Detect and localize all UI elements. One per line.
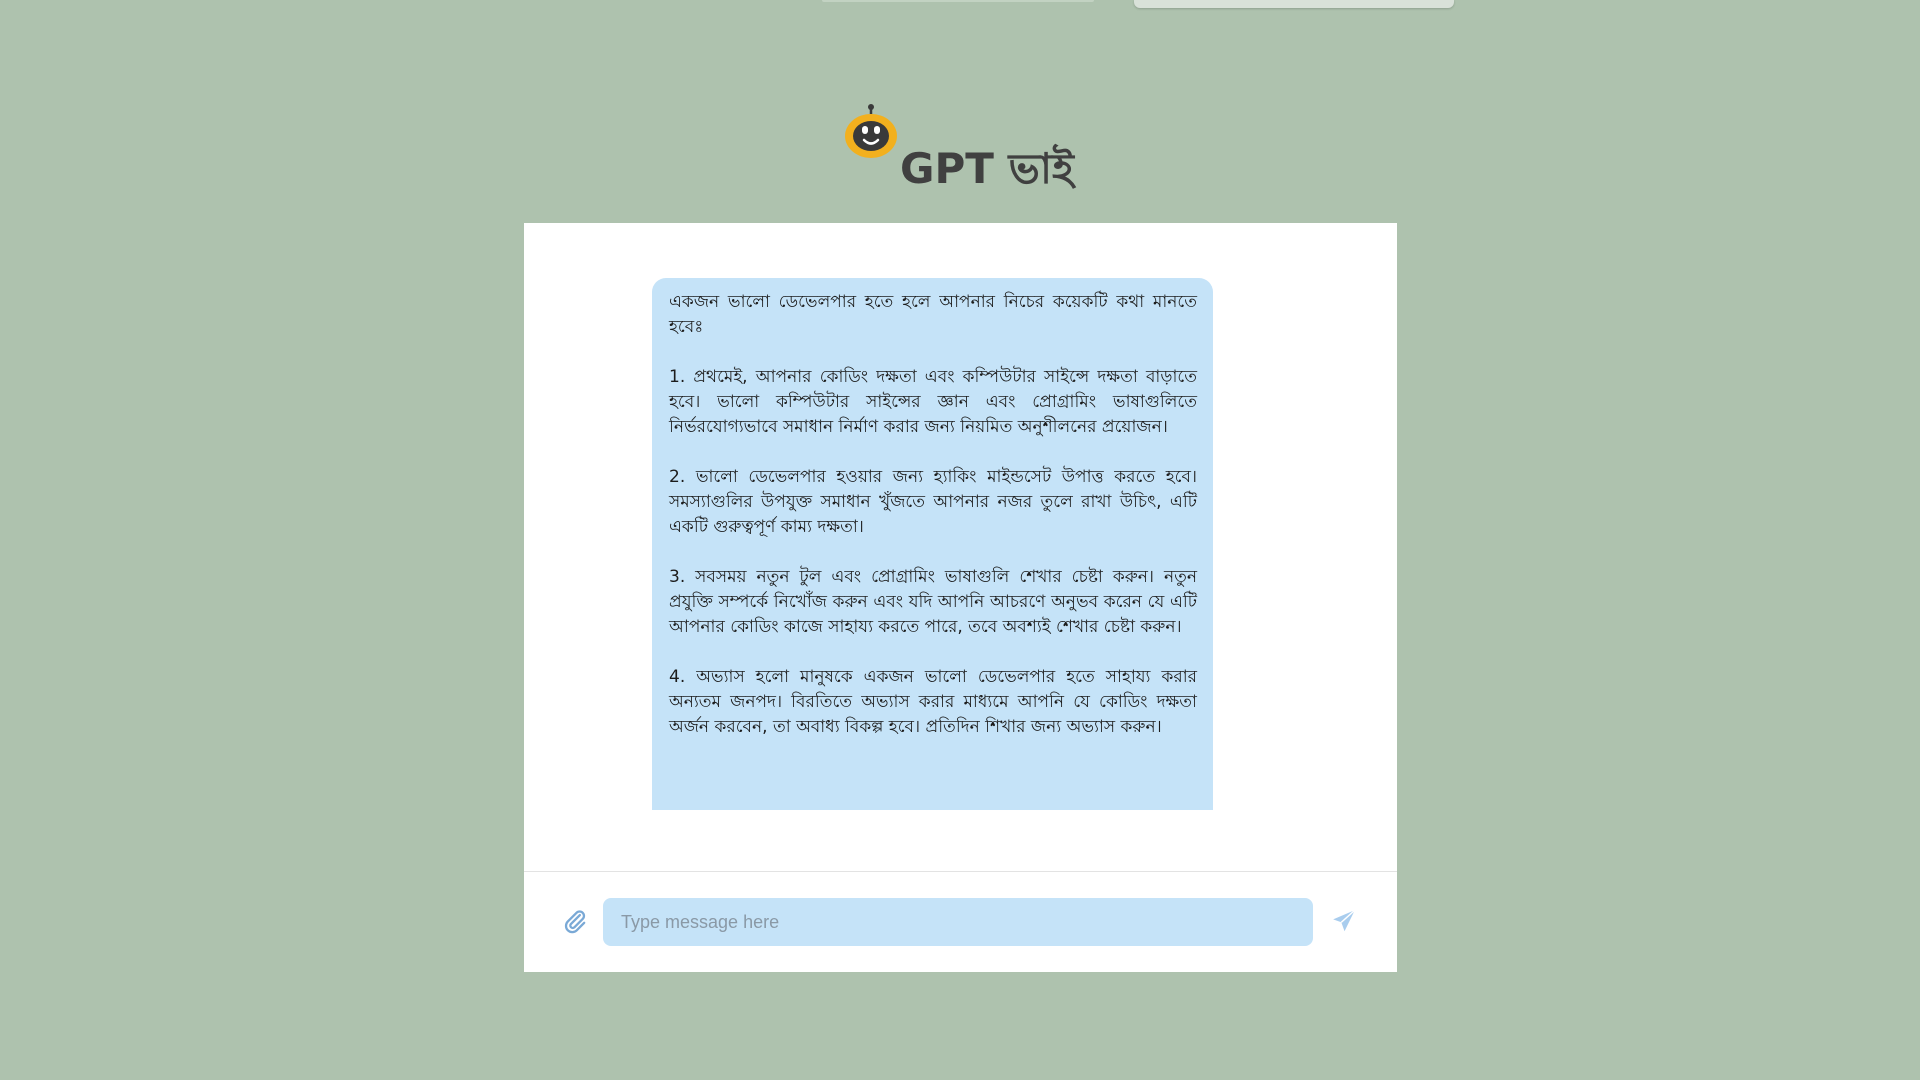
attach-button[interactable] [560, 908, 590, 938]
paper-plane-icon [1331, 908, 1357, 938]
send-button[interactable] [1329, 908, 1359, 938]
message-paragraph: একজন ভালো ডেভেলপার হতে হলে আপনার নিচের ক… [669, 292, 1197, 337]
app-title: GPT ভাই [900, 144, 1074, 193]
message-paragraph: 3. সবসময় নতুন টুল এবং প্রোগ্রামিং ভাষাগ… [669, 567, 1197, 637]
message-list[interactable]: একজন ভালো ডেভেলপার হতে হলে আপনার নিচের ক… [524, 223, 1397, 872]
message-input[interactable] [603, 898, 1313, 946]
message-paragraph: 1. প্রথমেই, আপনার কোডিং দক্ষতা এবং কম্পি… [669, 367, 1197, 437]
top-tab-right[interactable] [1134, 0, 1454, 8]
paperclip-icon [562, 908, 588, 938]
message-paragraph: 4. অভ্যাস হলো মানুষকে একজন ভালো ডেভেলপার… [669, 667, 1197, 737]
top-tab-left [822, 0, 1094, 2]
chat-window: একজন ভালো ডেভেলপার হতে হলে আপনার নিচের ক… [524, 223, 1397, 972]
bot-message-bubble: একজন ভালো ডেভেলপার হতে হলে আপনার নিচের ক… [652, 278, 1213, 810]
app-header: GPT ভাই [844, 104, 1074, 190]
message-composer [524, 872, 1397, 972]
message-paragraph: 2. ভালো ডেভেলপার হওয়ার জন্য হ্যাকিং মাই… [669, 467, 1197, 537]
robot-icon [844, 104, 898, 162]
